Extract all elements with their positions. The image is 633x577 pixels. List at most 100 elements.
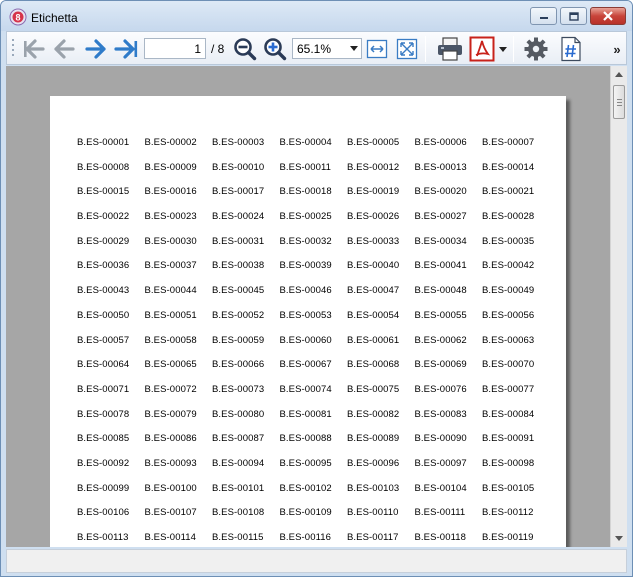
scroll-up-icon[interactable] <box>615 72 623 77</box>
fit-page-button[interactable] <box>395 35 419 63</box>
pdf-export-button[interactable] <box>468 35 496 63</box>
label-cell: B.ES-00096 <box>347 457 400 469</box>
print-button[interactable] <box>435 35 465 63</box>
zoom-level-select[interactable]: 65.1% <box>292 38 362 59</box>
label-cell: B.ES-00004 <box>279 137 332 148</box>
fit-width-button[interactable] <box>365 35 389 63</box>
label-cell: B.ES-00003 <box>212 137 265 148</box>
label-cell: B.ES-00040 <box>347 260 400 272</box>
scrollbar-thumb[interactable] <box>613 85 625 119</box>
label-cell: B.ES-00055 <box>414 309 467 321</box>
label-cell: B.ES-00013 <box>414 161 467 173</box>
last-page-icon <box>114 39 138 59</box>
label-cell: B.ES-00079 <box>144 408 197 420</box>
label-cell: B.ES-00030 <box>144 235 197 247</box>
toolbar-grip-icon <box>12 39 14 56</box>
label-cell: B.ES-00064 <box>77 359 130 371</box>
label-cell: B.ES-00083 <box>414 408 467 420</box>
label-cell: B.ES-00026 <box>347 211 400 223</box>
next-page-icon <box>85 39 106 59</box>
label-cell: B.ES-00050 <box>77 309 130 321</box>
label-cell: B.ES-00074 <box>279 383 332 395</box>
page-numbering-icon <box>561 36 581 62</box>
previous-page-icon <box>54 39 75 59</box>
settings-button[interactable] <box>522 35 550 63</box>
vertical-scrollbar[interactable] <box>610 66 627 547</box>
label-cell: B.ES-00099 <box>77 482 130 494</box>
close-button[interactable] <box>590 7 626 25</box>
label-cell: B.ES-00116 <box>279 532 332 543</box>
label-cell: B.ES-00113 <box>77 532 129 543</box>
label-cell: B.ES-00091 <box>482 433 535 445</box>
document-page: B.ES-00001 B.ES-00002 B.ES-00003 B.ES-00004… <box>50 96 566 547</box>
pdf-export-icon <box>469 36 495 62</box>
next-page-button[interactable] <box>83 35 109 63</box>
label-cell: B.ES-00071 <box>77 383 130 395</box>
label-cell: B.ES-00073 <box>212 383 265 395</box>
status-bar <box>6 549 627 573</box>
fit-page-icon <box>396 38 418 60</box>
label-cell: B.ES-00080 <box>212 408 265 420</box>
print-icon <box>438 37 462 61</box>
document-viewport[interactable]: B.ES-00001 B.ES-00002 B.ES-00003 B.ES-00004… <box>6 66 610 547</box>
page-numbering-button[interactable] <box>558 35 584 63</box>
label-cell: B.ES-00109 <box>279 507 332 519</box>
zoom-in-button[interactable] <box>262 35 288 63</box>
label-cell: B.ES-00056 <box>482 309 535 321</box>
label-cell: B.ES-00034 <box>414 235 467 247</box>
label-cell: B.ES-00012 <box>347 161 400 173</box>
zoom-out-button[interactable] <box>232 35 258 63</box>
label-cell: B.ES-00045 <box>212 285 265 297</box>
label-cell: B.ES-00010 <box>212 161 265 173</box>
label-cell: B.ES-00038 <box>212 260 265 272</box>
label-cell: B.ES-00101 <box>212 482 265 494</box>
maximize-icon <box>568 11 579 21</box>
label-cell: B.ES-00106 <box>77 507 130 519</box>
label-cell: B.ES-00069 <box>414 359 467 371</box>
label-cell: B.ES-00014 <box>482 161 535 173</box>
label-cell: B.ES-00107 <box>144 507 197 519</box>
label-cell: B.ES-00006 <box>414 137 467 148</box>
minimize-button[interactable] <box>530 7 557 25</box>
label-cell: B.ES-00100 <box>144 482 197 494</box>
label-cell: B.ES-00058 <box>144 334 197 346</box>
label-cell: B.ES-00103 <box>347 482 400 494</box>
label-cell: B.ES-00097 <box>414 457 467 469</box>
label-cell: B.ES-00037 <box>144 260 197 272</box>
title-bar[interactable]: 8 Etichetta <box>1 1 632 31</box>
previous-page-button[interactable] <box>51 35 77 63</box>
page-number-input[interactable]: 1 <box>144 38 206 59</box>
label-cell: B.ES-00062 <box>414 334 467 346</box>
label-cell: B.ES-00114 <box>144 532 197 543</box>
label-cell: B.ES-00078 <box>77 408 130 420</box>
label-cell: B.ES-00016 <box>144 186 197 198</box>
label-cell: B.ES-00102 <box>279 482 332 494</box>
settings-icon <box>524 37 548 61</box>
first-page-button[interactable] <box>21 35 47 63</box>
toolbar-overflow-button[interactable]: » <box>610 35 624 63</box>
label-cell: B.ES-00001 <box>77 137 130 148</box>
label-cell: B.ES-00044 <box>144 285 197 297</box>
label-cell: B.ES-00015 <box>77 186 130 198</box>
label-cell: B.ES-00049 <box>482 285 535 297</box>
scroll-down-icon[interactable] <box>615 536 623 541</box>
last-page-button[interactable] <box>113 35 141 63</box>
label-cell: B.ES-00076 <box>414 383 467 395</box>
label-cell: B.ES-00110 <box>347 507 399 519</box>
export-dropdown-button[interactable] <box>497 35 509 63</box>
label-cell: B.ES-00048 <box>414 285 467 297</box>
label-cell: B.ES-00008 <box>77 161 130 173</box>
zoom-level-value: 65.1% <box>297 42 332 56</box>
toolbar: 1 / 8 65.1% » <box>6 31 627 65</box>
label-cell: B.ES-00061 <box>347 334 400 346</box>
label-cell: B.ES-00088 <box>279 433 332 445</box>
label-cell: B.ES-00108 <box>212 507 265 519</box>
zoom-in-icon <box>264 38 287 61</box>
label-cell: B.ES-00117 <box>347 532 399 543</box>
label-cell: B.ES-00023 <box>144 211 197 223</box>
label-cell: B.ES-00031 <box>212 235 265 247</box>
label-cell: B.ES-00066 <box>212 359 265 371</box>
maximize-button[interactable] <box>560 7 587 25</box>
label-cell: B.ES-00081 <box>279 408 332 420</box>
label-cell: B.ES-00095 <box>279 457 332 469</box>
